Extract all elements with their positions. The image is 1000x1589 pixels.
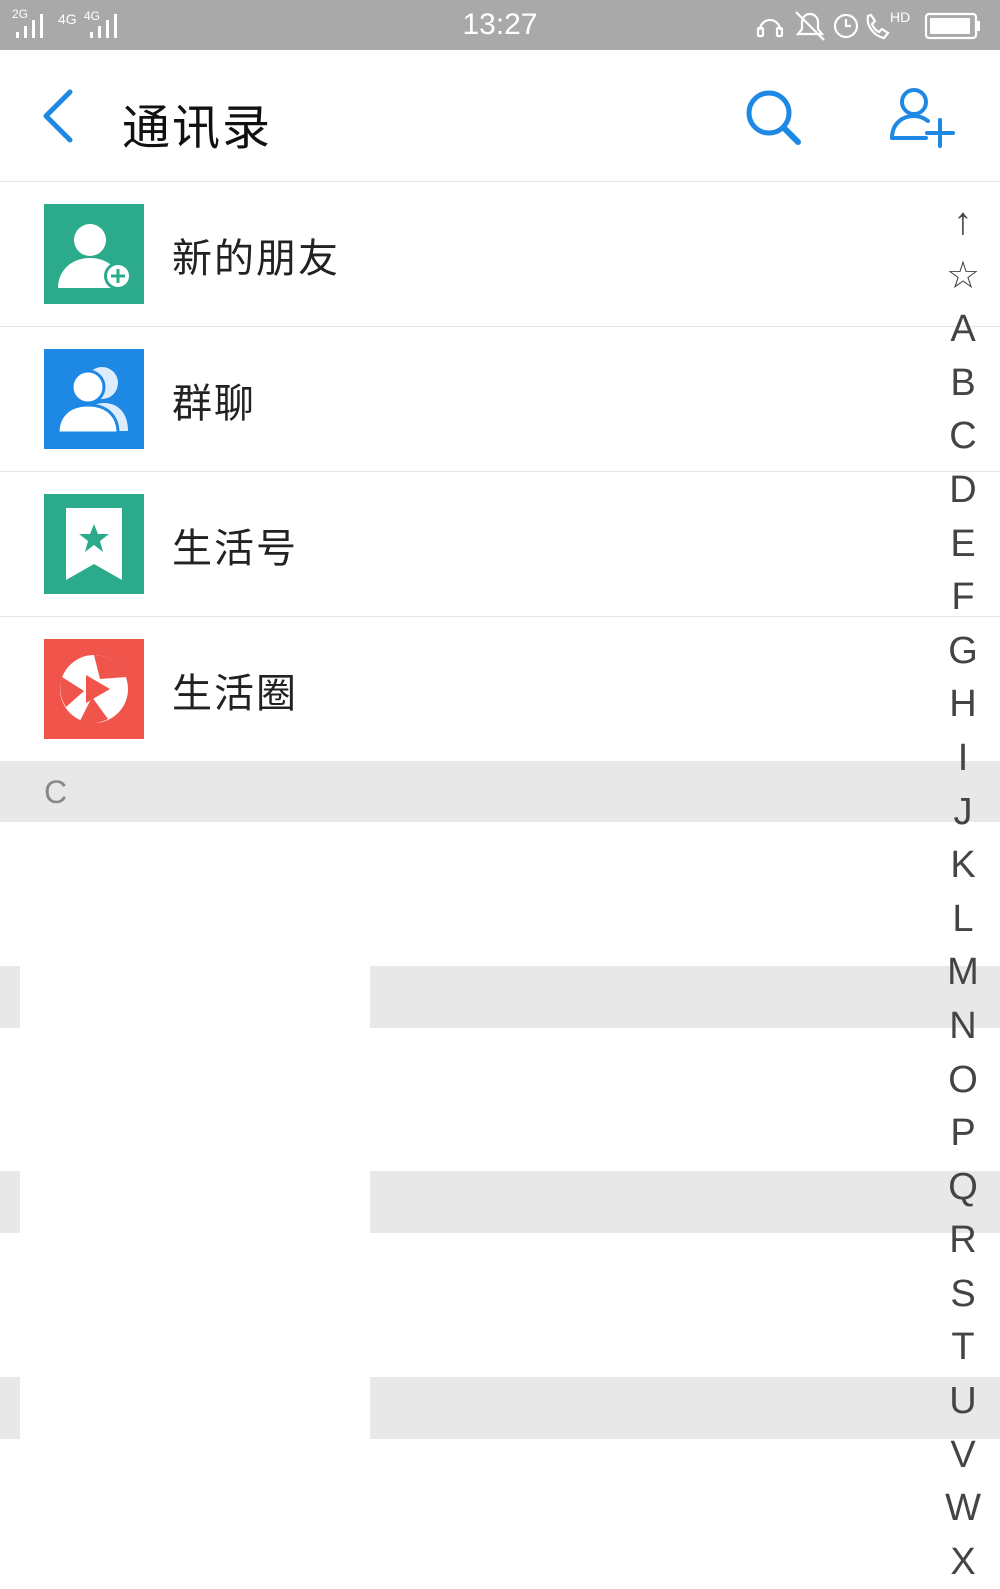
back-button[interactable] (34, 84, 86, 148)
chevron-left-icon (43, 89, 73, 143)
index-letter[interactable]: E (936, 518, 990, 572)
index-letter[interactable]: C (936, 410, 990, 464)
loading-placeholder (0, 966, 20, 1028)
index-letter[interactable]: ☆ (936, 250, 990, 304)
section-letter: C (44, 774, 68, 810)
entry-label: 新的朋友 (172, 236, 340, 282)
hd-label: HD (890, 9, 910, 25)
index-letter[interactable]: I (936, 732, 990, 786)
section-header: C (0, 762, 1000, 822)
page-title: 通讯录 (122, 100, 273, 156)
life-account-icon (44, 494, 144, 594)
index-letter[interactable]: X (936, 1536, 990, 1589)
search-button[interactable] (742, 86, 804, 148)
index-letter[interactable]: B (936, 357, 990, 411)
status-right-icons: HD (756, 9, 980, 41)
index-letter[interactable]: F (936, 571, 990, 625)
index-letter[interactable]: V (936, 1429, 990, 1483)
index-letter[interactable]: W (936, 1482, 990, 1536)
life-circle-icon (44, 639, 144, 739)
loading-placeholder (0, 1377, 20, 1439)
entry-group-chat[interactable]: 群聊 (0, 327, 1000, 472)
index-letter[interactable]: A (936, 303, 990, 357)
index-letter[interactable]: U (936, 1375, 990, 1429)
status-bar: 2G 4G 4G 13:27 HD (0, 0, 1000, 50)
index-letter[interactable]: O (936, 1054, 990, 1108)
loading-placeholder (0, 1171, 20, 1233)
search-icon (746, 90, 801, 145)
index-letter[interactable]: R (936, 1214, 990, 1268)
hd-call-icon (866, 13, 890, 40)
entry-list: 新的朋友 群聊 生活号 生活圈 (0, 182, 1000, 762)
index-letter[interactable]: K (936, 839, 990, 893)
index-letter[interactable]: P (936, 1107, 990, 1161)
entry-life-circle[interactable]: 生活圈 (0, 617, 1000, 762)
index-letter[interactable]: J (936, 786, 990, 840)
entry-new-friends[interactable]: 新的朋友 (0, 182, 1000, 327)
index-letter[interactable]: L (936, 893, 990, 947)
index-letter[interactable]: D (936, 464, 990, 518)
app-header: 通讯录 (0, 50, 1000, 182)
entry-label: 群聊 (172, 381, 256, 427)
index-letter[interactable]: ↑ (936, 196, 990, 250)
group-chat-icon (44, 349, 144, 449)
index-letter[interactable]: Q (936, 1161, 990, 1215)
entry-life-account[interactable]: 生活号 (0, 472, 1000, 617)
loading-placeholder (370, 1171, 1000, 1233)
add-contact-button[interactable] (886, 84, 958, 150)
entry-label: 生活圈 (172, 671, 298, 717)
new-friend-icon (44, 204, 144, 304)
index-letter[interactable]: S (936, 1268, 990, 1322)
index-letter[interactable]: N (936, 1000, 990, 1054)
loading-placeholder (370, 1377, 1000, 1439)
status-icons: HD (754, 8, 984, 48)
alphabet-index-bar[interactable]: ↑ ☆ A B C D E F G H I J K L M N O P Q R S T U V W X (936, 196, 990, 1589)
index-letter[interactable]: T (936, 1321, 990, 1375)
index-letter[interactable]: H (936, 678, 990, 732)
add-contact-icon (890, 88, 955, 148)
entry-label: 生活号 (172, 526, 298, 572)
loading-placeholder (370, 966, 1000, 1028)
index-letter[interactable]: G (936, 625, 990, 679)
index-letter[interactable]: M (936, 946, 990, 1000)
